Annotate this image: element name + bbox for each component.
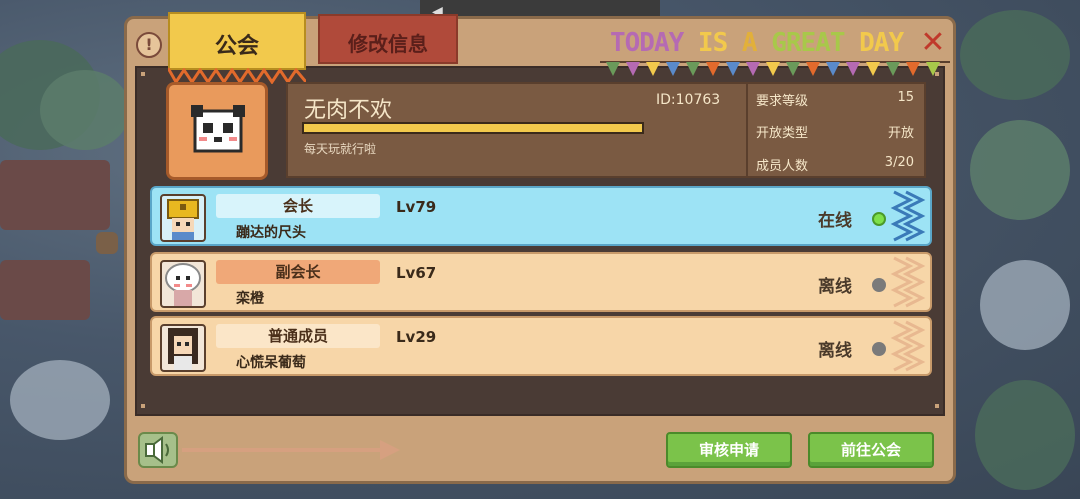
stat-value: 15: [897, 90, 914, 105]
member-name: 栾橙: [236, 291, 264, 307]
panda-icon: [191, 105, 245, 153]
banner-title: TODAY IS A GREAT DAY: [610, 28, 904, 58]
chevron-decoration-icon: [890, 320, 926, 372]
review-applications-button[interactable]: 审核申请: [666, 432, 792, 468]
tab-edit-info[interactable]: 修改信息: [318, 14, 458, 64]
member-level: Lv79: [396, 198, 437, 216]
arrow-head-decoration: [380, 440, 400, 460]
member-name: 蹦达的尺头: [236, 225, 306, 241]
member-row-vice-leader[interactable]: 副会长 Lv67 栾橙 离线: [150, 252, 932, 312]
banner-word: GREAT: [771, 28, 845, 58]
stat-key: 成员人数: [756, 159, 809, 174]
member-level: Lv67: [396, 264, 437, 282]
offline-status-dot: [872, 342, 886, 356]
member-status: 在线: [818, 211, 852, 231]
stat-row: 要求等级 15: [756, 90, 920, 110]
banner-word: A: [741, 28, 772, 58]
member-row-leader[interactable]: 会长 Lv79 蹦达的尺头 在线: [150, 186, 932, 246]
close-icon[interactable]: ✕: [918, 28, 948, 58]
chevron-decoration-icon: [890, 190, 926, 242]
member-role: 副会长: [216, 260, 380, 284]
info-icon[interactable]: !: [136, 32, 162, 58]
stat-key: 开放类型: [756, 126, 809, 141]
member-row-regular[interactable]: 普通成员 Lv29 心慌呆葡萄 离线: [150, 316, 932, 376]
online-status-dot: [872, 212, 886, 226]
chevron-decoration-icon: [890, 256, 926, 308]
stat-value: 3/20: [884, 155, 914, 170]
member-level: Lv29: [396, 328, 437, 346]
tab-guild[interactable]: 公会: [168, 12, 306, 70]
member-role: 普通成员: [216, 324, 380, 348]
banner-word: TODAY: [610, 28, 684, 58]
bunting-flags: [600, 61, 950, 76]
avatar: [160, 194, 206, 242]
stat-row: 成员人数 3/20: [756, 155, 920, 175]
member-status: 离线: [818, 277, 852, 297]
gold-helmet-avatar-icon: [167, 199, 199, 240]
member-role: 会长: [216, 194, 380, 218]
avatar: [160, 260, 206, 308]
guild-motto: 每天玩就行啦: [304, 142, 377, 156]
guild-progress-fill: [304, 124, 642, 132]
white-hood-avatar-icon: [165, 263, 201, 306]
voice-chat-button[interactable]: [138, 432, 178, 468]
tab-guild-label: 公会: [214, 34, 259, 59]
offline-status-dot: [872, 278, 886, 292]
stat-value: 开放: [887, 126, 914, 141]
member-name: 心慌呆葡萄: [236, 355, 306, 371]
stat-key: 要求等级: [756, 94, 809, 109]
go-to-guild-button[interactable]: 前往公会: [808, 432, 934, 468]
stat-row: 开放类型 开放: [756, 122, 920, 142]
member-status: 离线: [818, 341, 852, 361]
guild-name: 无肉不欢: [304, 98, 393, 123]
avatar: [160, 324, 206, 372]
banner-word: IS: [683, 28, 742, 58]
guild-avatar[interactable]: [166, 82, 268, 180]
dark-hair-avatar-icon: [168, 328, 198, 370]
arrow-line-decoration: [182, 448, 392, 452]
tab-edit-label: 修改信息: [348, 32, 428, 56]
guild-id: ID:10763: [656, 92, 721, 108]
guild-progress-bar: [302, 122, 644, 134]
banner-word: DAY: [844, 28, 904, 58]
speaker-icon: [145, 436, 169, 464]
